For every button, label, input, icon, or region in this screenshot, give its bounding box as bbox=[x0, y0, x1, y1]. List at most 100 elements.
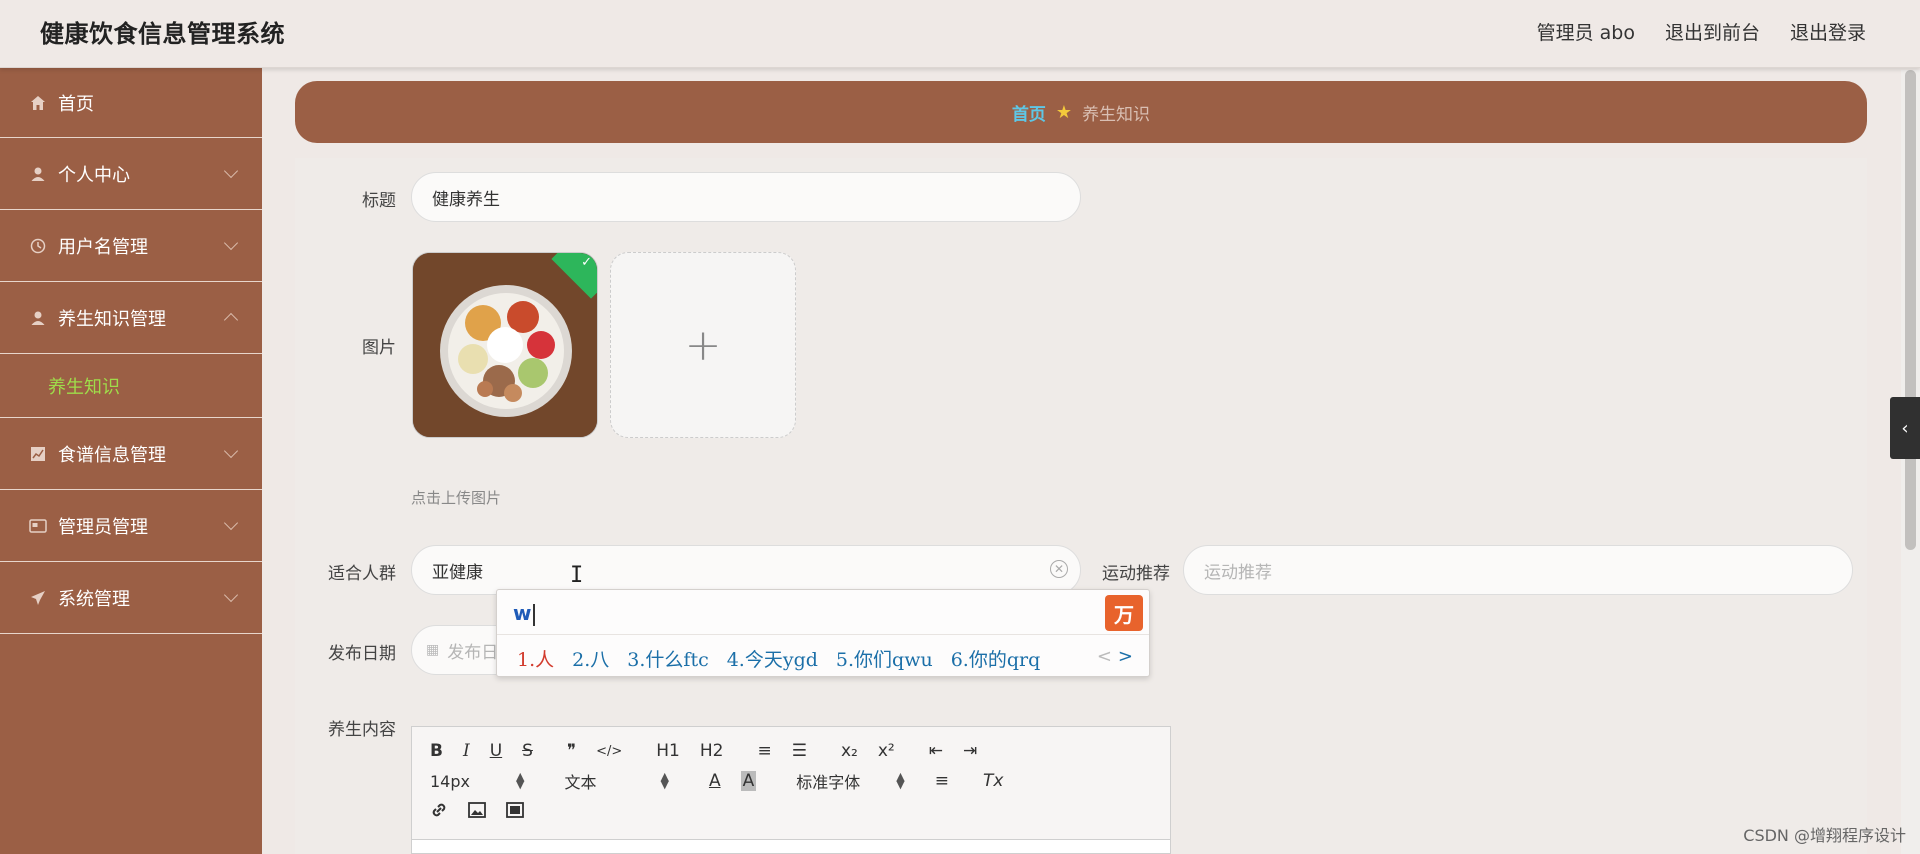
logout-link[interactable]: 退出登录 bbox=[1790, 18, 1866, 45]
app-title: 健康饮食信息管理系统 bbox=[40, 20, 285, 48]
ime-prev-button[interactable]: < bbox=[1097, 646, 1118, 667]
subscript-button[interactable]: x₂ bbox=[841, 741, 858, 761]
updown-icon: ▲ ▼ bbox=[660, 770, 669, 791]
text-style-value: 文本 bbox=[564, 773, 597, 792]
chevron-down-icon bbox=[223, 515, 239, 531]
breadcrumb-home[interactable]: 首页 bbox=[1012, 100, 1046, 125]
italic-button[interactable]: I bbox=[463, 741, 470, 761]
page-scrollbar[interactable] bbox=[1901, 70, 1920, 854]
crowd-label: 适合人群 bbox=[328, 564, 396, 584]
ime-logo-icon: 万 bbox=[1105, 595, 1143, 631]
breadcrumb-current: 养生知识 bbox=[1082, 104, 1151, 125]
sidebar-item-label: 管理员管理 bbox=[58, 516, 148, 538]
crowd-input[interactable]: 亚健康 ✕ bbox=[411, 545, 1081, 595]
ime-candidates: 1.人 2.八 3.什么ftc 4.今天ygd 5.你们qwu 6.你的qrq bbox=[517, 645, 1040, 672]
editor-toolbar-row-1: B I U S ❞ </> H1 H2 ≡ ☰ x₂ x² ⇤ ⇥ bbox=[430, 741, 997, 761]
sidebar-item-personal[interactable]: 个人中心 bbox=[0, 138, 262, 210]
sport-label: 运动推荐 bbox=[1102, 564, 1170, 584]
top-actions: 管理员 abo 退出到前台 退出登录 bbox=[1537, 18, 1866, 45]
sidebar-item-health-knowledge[interactable]: 养生知识管理 bbox=[0, 282, 262, 354]
code-button[interactable]: </> bbox=[596, 744, 622, 759]
calendar-icon: ▦ bbox=[426, 642, 440, 658]
ime-candidate[interactable]: 6.你的qrq bbox=[951, 645, 1041, 672]
underline-button[interactable]: U bbox=[490, 741, 502, 761]
sport-input[interactable]: 运动推荐 bbox=[1183, 545, 1853, 595]
bullet-list-button[interactable]: ☰ bbox=[792, 741, 807, 761]
ime-candidate[interactable]: 4.今天ygd bbox=[727, 645, 818, 672]
heading2-button[interactable]: H2 bbox=[700, 741, 724, 761]
ordered-list-button[interactable]: ≡ bbox=[757, 741, 771, 761]
title-label: 标题 bbox=[362, 191, 396, 211]
strike-button[interactable]: S bbox=[522, 741, 533, 761]
sidebar-item-label: 用户名管理 bbox=[58, 236, 148, 258]
scrollbar-thumb[interactable] bbox=[1905, 70, 1916, 550]
star-icon: ★ bbox=[1055, 101, 1073, 123]
admin-label: 管理员 abo bbox=[1536, 22, 1635, 44]
send-icon bbox=[28, 588, 48, 608]
sidebar-item-admins[interactable]: 管理员管理 bbox=[0, 490, 262, 562]
user-icon bbox=[28, 164, 48, 184]
chart-icon bbox=[28, 444, 48, 464]
uploaded-image-thumbnail[interactable]: ✓ bbox=[412, 252, 598, 438]
bold-button[interactable]: B bbox=[430, 741, 443, 761]
clock-icon bbox=[28, 236, 48, 256]
font-family-select[interactable]: 标准字体 ▲ ▼ bbox=[796, 769, 904, 793]
chevron-down-icon bbox=[223, 235, 239, 251]
clear-format-button[interactable]: Tx bbox=[983, 771, 1003, 791]
sidebar-item-system[interactable]: 系统管理 bbox=[0, 562, 262, 634]
image-icon[interactable] bbox=[468, 802, 486, 823]
font-color-icon[interactable]: A bbox=[709, 771, 721, 791]
sidebar-item-label: 养生知识管理 bbox=[58, 308, 166, 330]
sidebar-item-label: 系统管理 bbox=[58, 588, 130, 610]
align-icon[interactable]: ≡ bbox=[935, 771, 949, 791]
collapse-panel-button[interactable]: ‹ bbox=[1890, 397, 1920, 459]
ime-next-button[interactable]: > bbox=[1118, 646, 1139, 667]
font-family-value: 标准字体 bbox=[796, 773, 861, 792]
rich-text-editor: B I U S ❞ </> H1 H2 ≡ ☰ x₂ x² ⇤ ⇥ 14px ▲… bbox=[411, 726, 1171, 854]
superscript-button[interactable]: x² bbox=[878, 741, 895, 761]
background-color-icon[interactable]: A bbox=[740, 771, 757, 791]
sidebar: 首页 个人中心 用户名管理 养生知识管理 养生知识 食谱信息管理 管理员管理 系… bbox=[0, 68, 262, 854]
ime-candidate[interactable]: 2.八 bbox=[572, 645, 609, 672]
outdent-button[interactable]: ⇤ bbox=[929, 741, 943, 761]
date-label: 发布日期 bbox=[328, 644, 396, 664]
ime-candidate[interactable]: 1.人 bbox=[517, 645, 554, 672]
heading1-button[interactable]: H1 bbox=[656, 741, 680, 761]
card-icon bbox=[28, 516, 48, 536]
sidebar-subitem-health-knowledge[interactable]: 养生知识 bbox=[0, 354, 262, 418]
check-icon: ✓ bbox=[581, 255, 592, 270]
home-icon bbox=[28, 93, 48, 113]
ime-candidate[interactable]: 3.什么ftc bbox=[627, 645, 708, 672]
ime-divider bbox=[497, 634, 1149, 635]
indent-button[interactable]: ⇥ bbox=[963, 741, 977, 761]
upload-hint: 点击上传图片 bbox=[411, 489, 502, 507]
sidebar-item-recipes[interactable]: 食谱信息管理 bbox=[0, 418, 262, 490]
ime-composition: w bbox=[513, 601, 536, 626]
chevron-up-icon bbox=[223, 312, 239, 328]
editor-toolbar-row-2: 14px ▲ ▼ 文本 ▲ ▼ A A 标准字体 ▲ ▼ ≡ Tx bbox=[430, 769, 1023, 793]
ime-candidate[interactable]: 5.你们qwu bbox=[836, 645, 933, 672]
breadcrumb: 首页 ★ 养生知识 bbox=[295, 81, 1867, 143]
title-input[interactable]: 健康养生 bbox=[411, 172, 1081, 222]
video-icon[interactable] bbox=[506, 802, 524, 823]
chevron-down-icon bbox=[223, 163, 239, 179]
sidebar-item-users[interactable]: 用户名管理 bbox=[0, 210, 262, 282]
user-icon bbox=[28, 308, 48, 328]
exit-front-link[interactable]: 退出到前台 bbox=[1665, 18, 1760, 45]
sidebar-item-home[interactable]: 首页 bbox=[0, 68, 262, 138]
add-image-button[interactable]: + bbox=[610, 252, 796, 438]
editor-toolbar-row-3 bbox=[430, 801, 544, 824]
ime-composition-text: w bbox=[513, 601, 532, 625]
crowd-input-value: 亚健康 bbox=[432, 562, 483, 583]
text-style-select[interactable]: 文本 ▲ ▼ bbox=[564, 769, 668, 793]
date-input-placeholder: 发布日 bbox=[447, 642, 499, 663]
sport-input-placeholder: 运动推荐 bbox=[1204, 562, 1272, 583]
font-size-value: 14px bbox=[430, 771, 470, 791]
chevron-left-icon: ‹ bbox=[1901, 417, 1909, 439]
quote-button[interactable]: ❞ bbox=[567, 741, 576, 761]
content-label: 养生内容 bbox=[328, 720, 396, 740]
sidebar-item-label: 食谱信息管理 bbox=[58, 444, 166, 466]
font-size-select[interactable]: 14px ▲ ▼ bbox=[430, 771, 524, 791]
link-icon[interactable] bbox=[430, 801, 448, 824]
editor-content-area[interactable] bbox=[412, 839, 1170, 853]
